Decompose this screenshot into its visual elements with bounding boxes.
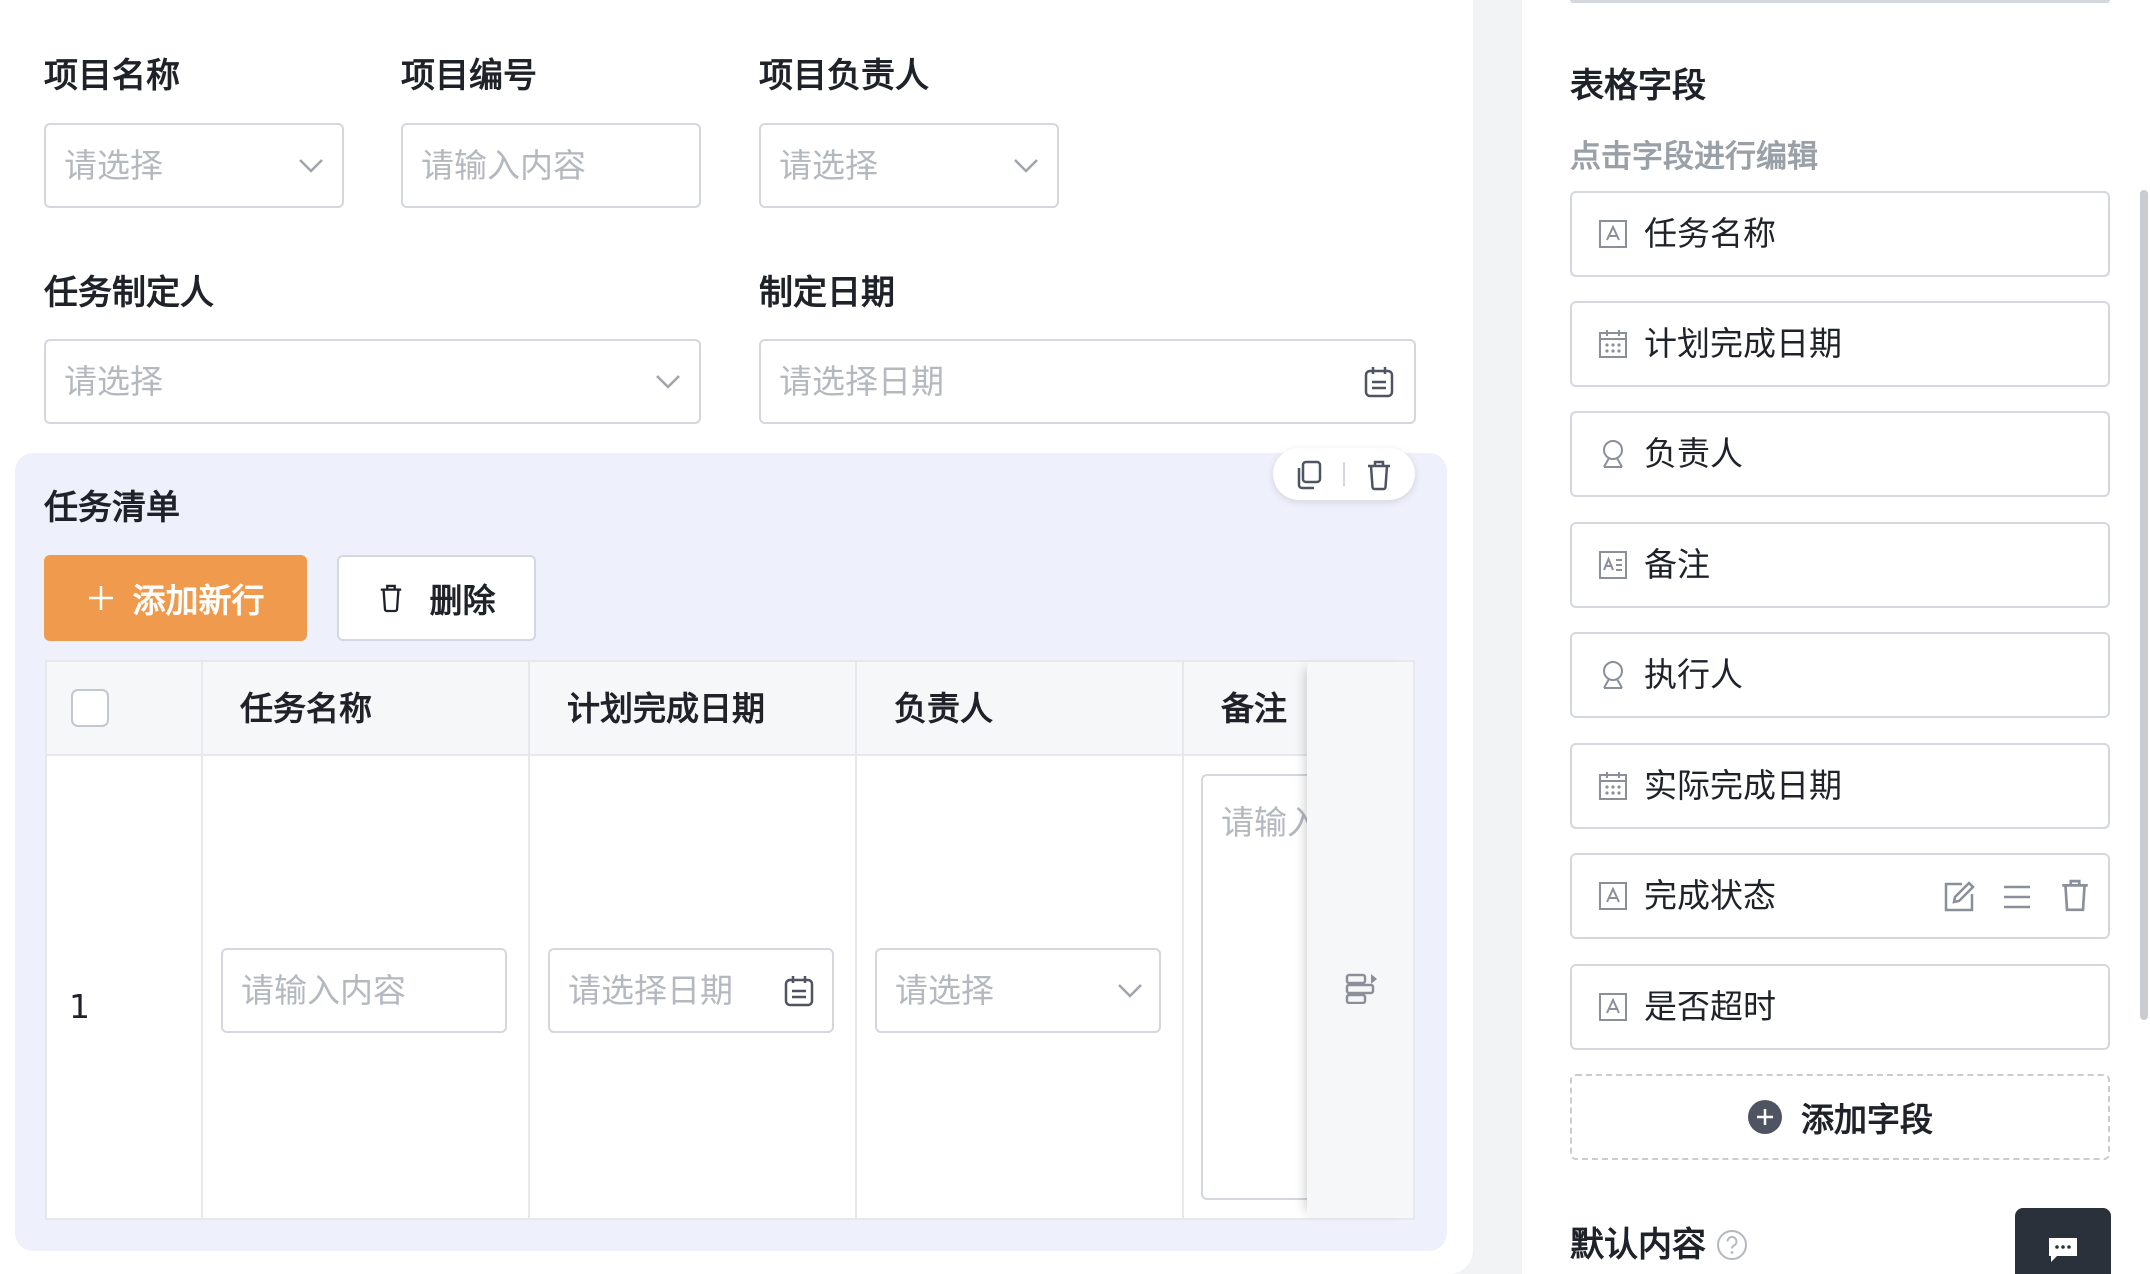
create-date-placeholder: 请选择日期	[779, 362, 944, 401]
field-item-remark[interactable]: 备注	[1570, 522, 2110, 608]
row-action-column	[1307, 662, 1413, 1218]
project-name-label: 项目名称	[44, 56, 180, 96]
copy-icon[interactable]	[1295, 460, 1323, 490]
column-header-remark: 备注	[1221, 689, 1287, 728]
plan-date-placeholder: 请选择日期	[568, 971, 733, 1010]
task-list-title: 任务清单	[44, 488, 180, 528]
chevron-down-icon	[656, 374, 680, 389]
default-content-label: 默认内容	[1570, 1225, 1706, 1265]
add-row-button[interactable]: 添加新行	[44, 555, 307, 641]
create-date-picker[interactable]: 请选择日期	[759, 339, 1416, 424]
person-field-icon	[1603, 440, 1623, 468]
column-divider	[1182, 662, 1184, 1218]
panel-top-edge	[1570, 0, 2110, 3]
project-number-placeholder: 请输入内容	[421, 146, 586, 185]
remark-placeholder: 请输入	[1221, 803, 1320, 842]
panel-scrollbar[interactable]	[2140, 190, 2148, 1020]
row-index: 1	[69, 987, 90, 1026]
field-item-executor[interactable]: 执行人	[1570, 632, 2110, 718]
column-divider	[855, 662, 857, 1218]
task-name-input[interactable]: 请输入内容	[221, 948, 507, 1033]
column-header-task-name: 任务名称	[240, 689, 372, 728]
field-item-overdue[interactable]: 是否超时	[1570, 964, 2110, 1050]
field-item-label: 负责人	[1644, 434, 1743, 473]
delete-row-button[interactable]: 删除	[337, 555, 536, 641]
field-item-label: 备注	[1644, 545, 1710, 584]
field-item-label: 是否超时	[1644, 987, 1776, 1026]
create-date-label: 制定日期	[759, 273, 895, 313]
column-header-owner: 负责人	[894, 689, 993, 728]
edit-icon[interactable]	[1942, 880, 1976, 914]
help-icon[interactable]	[1716, 1229, 1748, 1261]
calendar-field-icon	[1599, 772, 1627, 800]
calendar-field-icon	[1599, 330, 1627, 358]
add-row-label: 添加新行	[132, 581, 265, 620]
field-item-label: 实际完成日期	[1644, 766, 1842, 805]
field-item-label: 任务名称	[1644, 214, 1776, 253]
field-item-owner[interactable]: 负责人	[1570, 411, 2110, 497]
select-all-checkbox[interactable]	[71, 689, 109, 727]
column-divider	[528, 662, 530, 1218]
plus-icon	[88, 586, 113, 610]
delete-icon[interactable]	[1365, 459, 1393, 491]
project-name-select[interactable]: 请选择	[44, 123, 344, 208]
field-item-task-name[interactable]: 任务名称	[1570, 191, 2110, 277]
project-number-input[interactable]: 请输入内容	[401, 123, 701, 208]
delete-icon[interactable]	[2060, 879, 2090, 913]
trash-icon	[380, 584, 401, 613]
add-field-button[interactable]: 添加字段	[1570, 1074, 2110, 1160]
calendar-icon	[784, 975, 814, 1006]
table-fields-hint: 点击字段进行编辑	[1570, 139, 1818, 175]
calendar-icon	[1364, 366, 1394, 397]
field-item-label: 执行人	[1644, 655, 1743, 694]
text-field-icon	[1599, 220, 1627, 248]
field-item-label: 计划完成日期	[1644, 324, 1842, 363]
table-fields-title: 表格字段	[1570, 66, 1706, 106]
plus-circle-icon	[1748, 1100, 1782, 1134]
field-item-completion-status[interactable]: 完成状态	[1570, 853, 2110, 939]
project-owner-select[interactable]: 请选择	[759, 123, 1059, 208]
form-canvas: 项目名称 请选择 项目编号 请输入内容 项目负责人 请选择 任务制定人 请选择 …	[0, 0, 1473, 1274]
text-field-icon	[1599, 882, 1627, 910]
chevron-down-icon	[1014, 158, 1038, 173]
column-header-plan-date: 计划完成日期	[567, 689, 765, 728]
project-owner-placeholder: 请选择	[779, 146, 878, 185]
delete-row-label: 删除	[429, 581, 496, 620]
table-header: 任务名称 计划完成日期 负责人 备注	[47, 662, 1413, 756]
project-number-label: 项目编号	[401, 56, 537, 96]
project-owner-label: 项目负责人	[759, 56, 929, 96]
text-field-icon	[1599, 993, 1627, 1021]
block-toolbar	[1273, 448, 1415, 500]
chevron-down-icon	[299, 158, 323, 173]
field-item-plan-date[interactable]: 计划完成日期	[1570, 301, 2110, 387]
row-settings-icon[interactable]	[1345, 972, 1379, 1004]
chat-button[interactable]	[2015, 1208, 2111, 1274]
person-field-icon	[1603, 661, 1623, 689]
task-creator-placeholder: 请选择	[64, 362, 163, 401]
project-name-placeholder: 请选择	[64, 146, 163, 185]
field-item-actual-date[interactable]: 实际完成日期	[1570, 743, 2110, 829]
owner-select[interactable]: 请选择	[875, 948, 1161, 1033]
textarea-field-icon	[1599, 551, 1627, 579]
plan-date-picker[interactable]: 请选择日期	[548, 948, 834, 1033]
column-divider	[201, 662, 203, 1218]
toolbar-divider	[1343, 462, 1345, 486]
drag-handle-icon[interactable]	[2002, 882, 2032, 912]
task-creator-select[interactable]: 请选择	[44, 339, 701, 424]
owner-placeholder: 请选择	[895, 971, 994, 1010]
chevron-down-icon	[1118, 983, 1142, 998]
task-table: 任务名称 计划完成日期 负责人 备注 1 请输入内容 请选择日期 请选择 请输入	[45, 660, 1415, 1220]
task-name-placeholder: 请输入内容	[241, 971, 406, 1010]
add-field-label: 添加字段	[1801, 1100, 1933, 1139]
chat-icon	[2049, 1238, 2077, 1262]
task-creator-label: 任务制定人	[44, 273, 214, 313]
field-item-label: 完成状态	[1644, 876, 1776, 915]
